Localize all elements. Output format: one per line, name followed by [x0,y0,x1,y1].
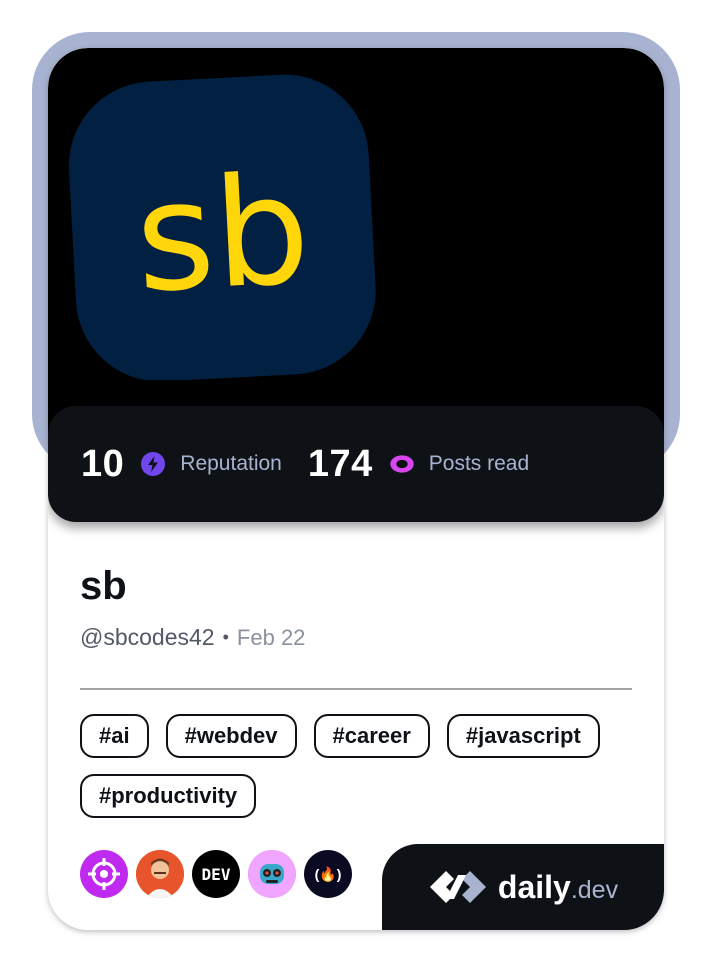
divider [80,688,632,690]
dev-source-icon[interactable]: DEV [192,850,240,898]
tag-chip[interactable]: #javascript [446,714,600,758]
dev-logo-text: DEV [201,864,231,884]
daily-dev-logo-icon [429,871,486,903]
daily-dev-brand: daily.dev [382,844,664,930]
freecodecamp-source-icon[interactable]: (🔥) [304,850,352,898]
tag-chip[interactable]: #productivity [80,774,257,818]
eye-icon [389,451,415,477]
person-source-icon[interactable] [136,850,184,898]
reputation-lightning-icon [140,451,166,477]
tag-chip[interactable]: #career [313,714,430,758]
tag-list: #ai #webdev #career #javascript #product… [80,714,640,818]
joined-date: Feb 22 [236,624,306,650]
brand-name: daily.dev [497,868,619,905]
reputation-value: 10 [81,442,125,485]
source-list: DEV (🔥) [80,850,352,898]
stats-bar: 10 Reputation 174 Posts read [48,406,664,522]
robot-source-icon[interactable] [248,850,296,898]
tag-chip[interactable]: #ai [80,714,149,758]
avatar: sb [68,74,376,380]
tag-chip[interactable]: #webdev [165,714,297,758]
posts-read-label: Posts read [428,452,530,475]
profile-name: sb [80,564,127,608]
profile-meta: @sbcodes42 • Feb 22 [80,624,305,651]
posts-read-value: 174 [307,442,373,485]
separator-dot: • [222,627,229,647]
crosshair-source-icon[interactable] [80,850,128,898]
reputation-label: Reputation [180,452,282,475]
freecodecamp-logo-text: (🔥) [314,865,342,882]
devcard: sb 10 Reputation 174 Posts read sb @sbco… [48,48,664,930]
profile-handle: @sbcodes42 [80,624,215,650]
avatar-initials: sb [132,144,314,327]
